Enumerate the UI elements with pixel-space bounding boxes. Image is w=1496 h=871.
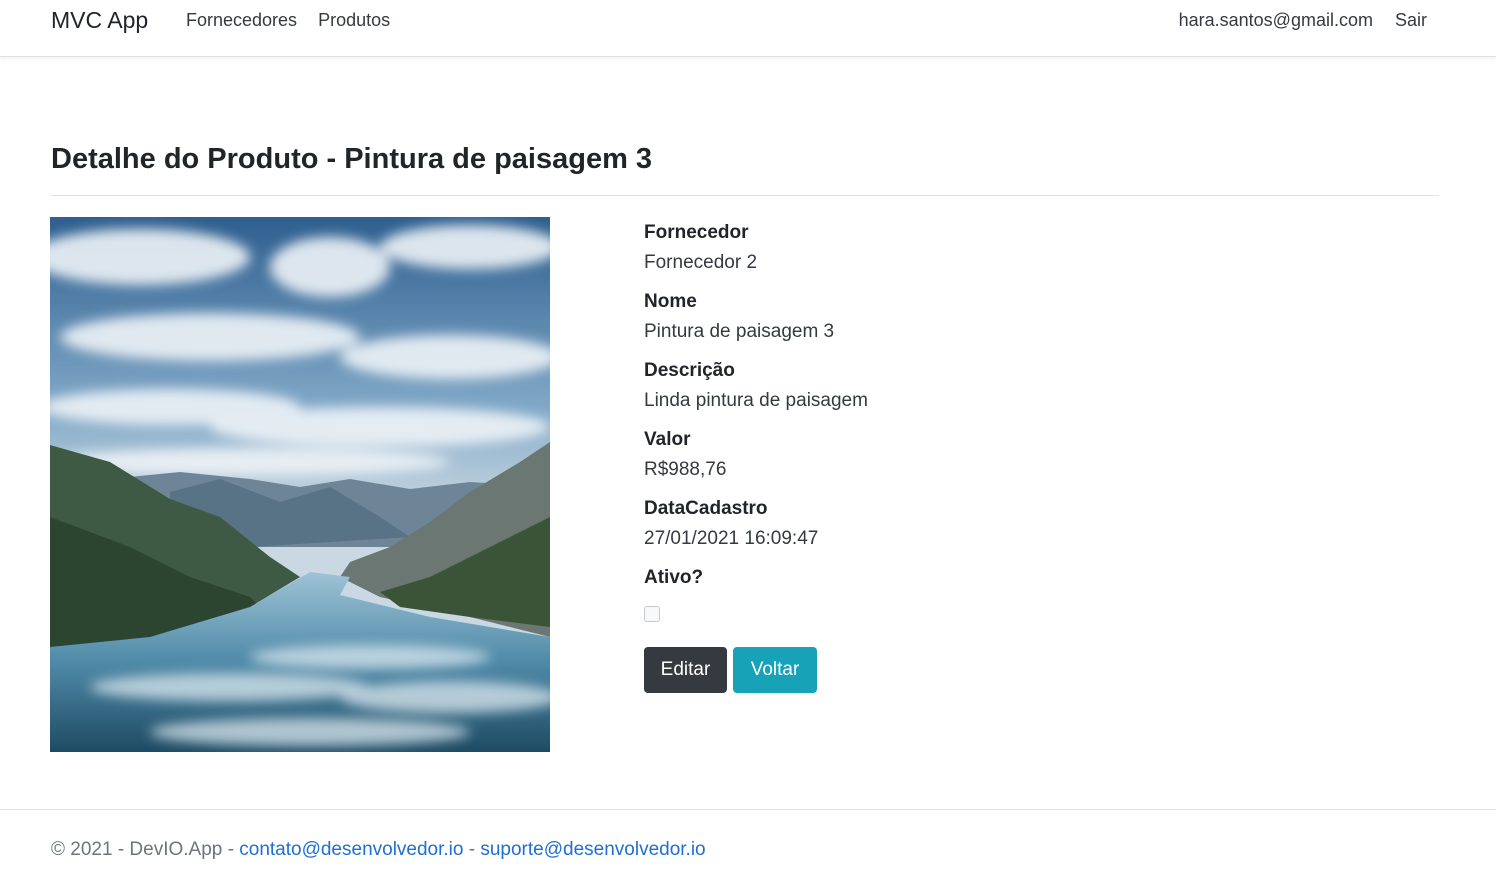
field-value-fornecedor: Fornecedor 2 bbox=[644, 252, 758, 273]
brand-link[interactable]: MVC App bbox=[51, 7, 148, 34]
landscape-photo-icon bbox=[50, 217, 550, 752]
nav-right: hara.santos@gmail.com Sair bbox=[1179, 10, 1427, 30]
nav-link-produtos[interactable]: Produtos bbox=[318, 10, 390, 30]
edit-button[interactable]: Editar bbox=[644, 647, 727, 693]
field-datacadastro: DataCadastro 27/01/2021 16:09:47 bbox=[644, 498, 1244, 550]
field-value-valor: R$988,76 bbox=[644, 459, 727, 480]
footer: © 2021 - DevIO.App - contato@desenvolved… bbox=[51, 838, 706, 862]
active-checkbox bbox=[644, 606, 660, 622]
support-email-link[interactable]: suporte@desenvolvedor.io bbox=[480, 839, 705, 860]
product-image bbox=[50, 217, 550, 752]
field-value-datacadastro: 27/01/2021 16:09:47 bbox=[644, 528, 819, 549]
action-buttons: Editar Voltar bbox=[644, 647, 817, 693]
field-label-datacadastro: DataCadastro bbox=[644, 498, 768, 519]
contact-email-link[interactable]: contato@desenvolvedor.io bbox=[239, 839, 463, 860]
field-value-ativo bbox=[644, 597, 1244, 628]
title-divider bbox=[51, 195, 1439, 196]
field-nome: Nome Pintura de paisagem 3 bbox=[644, 291, 1244, 343]
nav-left: Fornecedores Produtos bbox=[186, 10, 390, 30]
product-details: Fornecedor Fornecedor 2 Nome Pintura de … bbox=[644, 222, 1244, 645]
footer-copyright: © 2021 - DevIO.App - bbox=[51, 839, 240, 860]
field-descricao: Descrição Linda pintura de paisagem bbox=[644, 360, 1244, 412]
field-label-ativo: Ativo? bbox=[644, 567, 704, 588]
field-ativo: Ativo? bbox=[644, 567, 1244, 628]
footer-separator: - bbox=[463, 839, 481, 860]
user-email-link[interactable]: hara.santos@gmail.com bbox=[1179, 10, 1373, 30]
field-valor: Valor R$988,76 bbox=[644, 429, 1244, 481]
field-value-descricao: Linda pintura de paisagem bbox=[644, 390, 868, 411]
field-label-fornecedor: Fornecedor bbox=[644, 222, 749, 243]
navbar: MVC App Fornecedores Produtos hara.santo… bbox=[0, 0, 1496, 57]
back-button[interactable]: Voltar bbox=[733, 647, 817, 693]
field-fornecedor: Fornecedor Fornecedor 2 bbox=[644, 222, 1244, 274]
nav-link-fornecedores[interactable]: Fornecedores bbox=[186, 10, 297, 30]
field-label-nome: Nome bbox=[644, 291, 697, 312]
footer-divider bbox=[0, 809, 1496, 810]
page-title: Detalhe do Produto - Pintura de paisagem… bbox=[51, 143, 653, 175]
field-label-descricao: Descrição bbox=[644, 360, 735, 381]
field-value-nome: Pintura de paisagem 3 bbox=[644, 321, 835, 342]
logout-link[interactable]: Sair bbox=[1395, 10, 1427, 30]
field-label-valor: Valor bbox=[644, 429, 691, 450]
